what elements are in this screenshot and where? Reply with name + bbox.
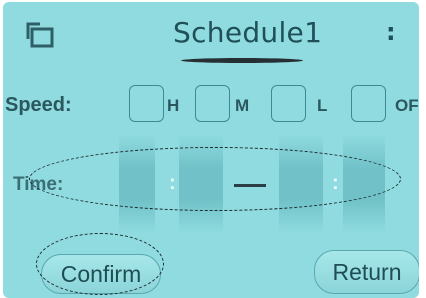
schedule-screen: Schedule1 : Speed: H M L OFF Time: : : C…: [3, 2, 419, 298]
speed-option-h-label: H: [167, 96, 180, 115]
speed-option-l-label: L: [317, 96, 328, 115]
time-row-highlight: [29, 147, 401, 211]
confirm-highlight: [36, 233, 164, 295]
speed-checkbox-m[interactable]: [195, 85, 230, 122]
more-menu-button[interactable]: :: [386, 18, 396, 46]
speed-checkbox-off[interactable]: [351, 85, 386, 122]
speed-checkbox-l[interactable]: [271, 85, 306, 122]
window-back-icon[interactable]: [24, 19, 58, 53]
speed-option-m-label: M: [235, 96, 250, 115]
page-title: Schedule1: [173, 16, 323, 49]
speed-label: Speed:: [5, 94, 72, 116]
speed-option-off-label: OFF: [395, 96, 419, 115]
speed-checkbox-h[interactable]: [129, 85, 164, 122]
return-button[interactable]: Return: [314, 250, 419, 294]
title-underline: [181, 58, 303, 63]
